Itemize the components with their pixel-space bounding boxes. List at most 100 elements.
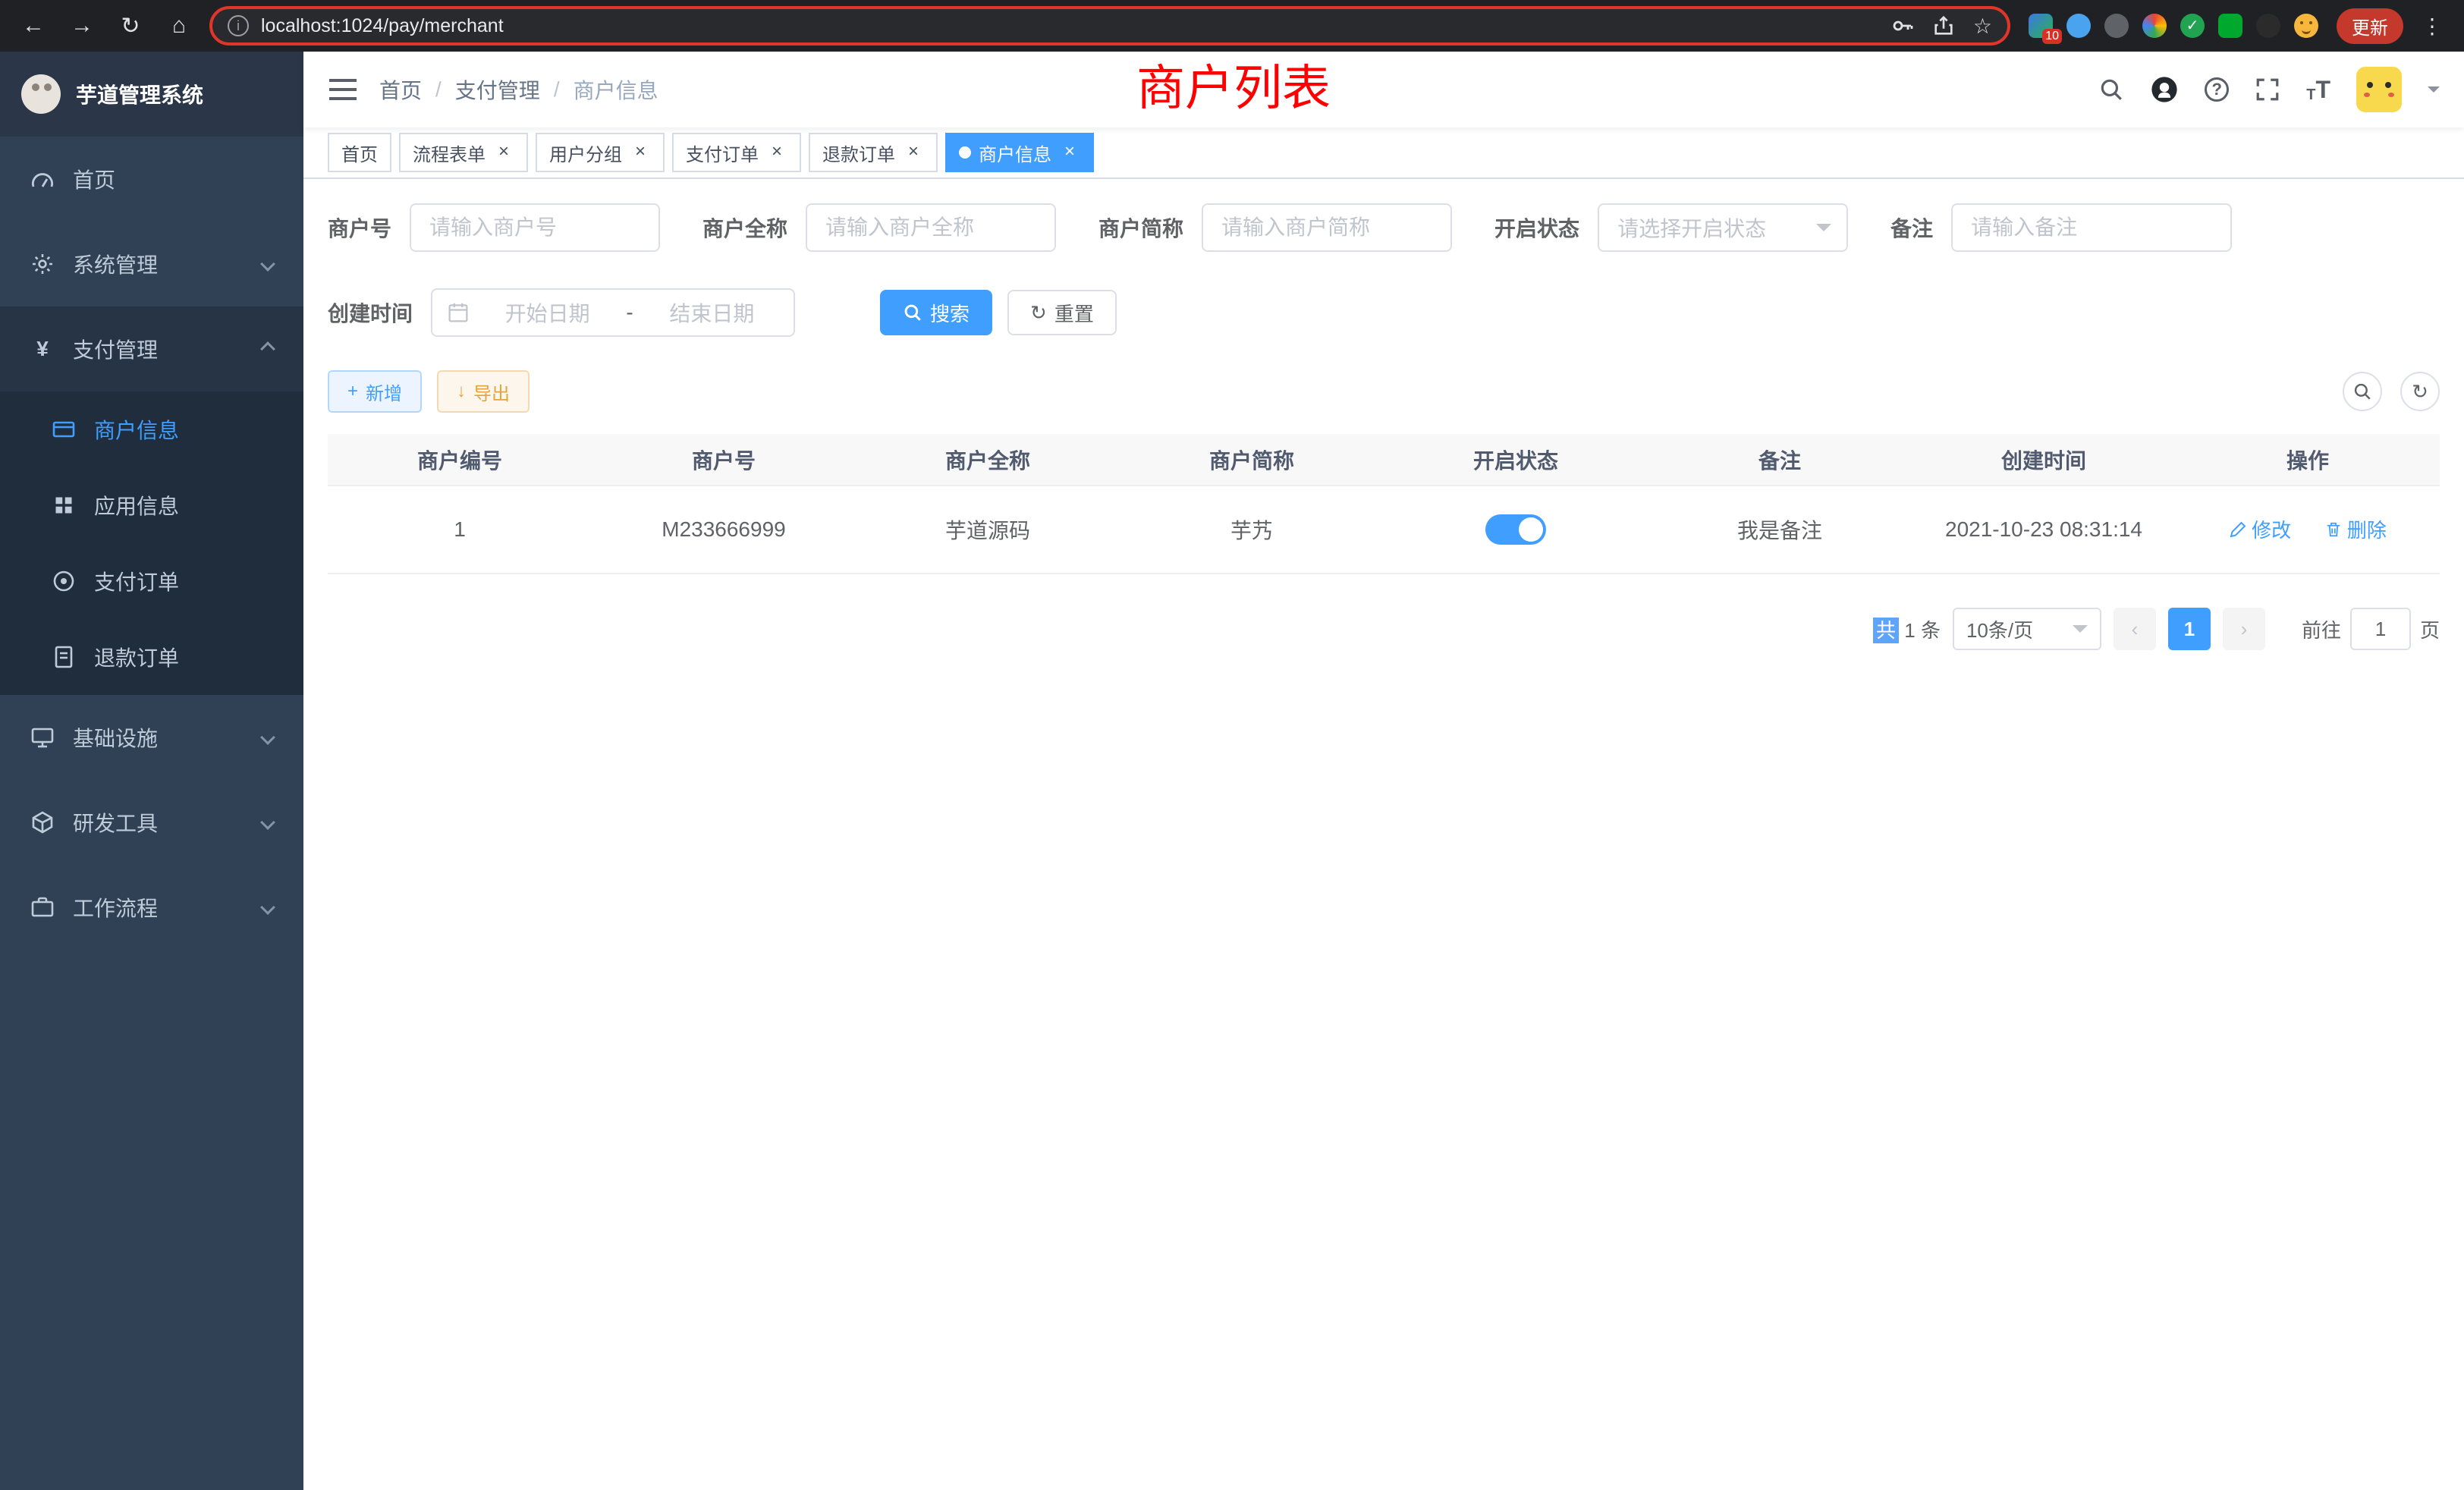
app-frame: 芋道管理系统 首页 系统管理 ¥ 支付管理 [0,52,2464,1490]
sidebar-item-merchant-info[interactable]: 商户信息 [0,391,303,467]
breadcrumb-payment[interactable]: 支付管理 [455,74,540,105]
help-icon[interactable]: ? [2205,77,2229,102]
tab-payment-orders[interactable]: 支付订单 × [672,133,801,172]
next-page-button[interactable]: › [2223,608,2265,650]
extension-icon-2[interactable] [2066,14,2091,38]
browser-forward-button[interactable]: → [64,8,100,44]
tab-close-icon[interactable]: × [766,142,787,163]
tab-home[interactable]: 首页 [328,133,391,172]
extension-icon-6[interactable] [2218,14,2242,38]
address-bar[interactable]: i localhost:1024/pay/merchant ☆ [209,6,2010,46]
tab-refund-orders[interactable]: 退款订单 × [809,133,938,172]
sidebar-item-workflow[interactable]: 工作流程 [0,865,303,950]
site-info-icon[interactable]: i [228,15,249,36]
search-button[interactable]: 搜索 [880,290,992,335]
sidebar-item-home[interactable]: 首页 [0,137,303,222]
extension-icon-1[interactable]: 10 [2029,14,2053,38]
current-page-button[interactable]: 1 [2168,608,2211,650]
pagination: 共 1 条 10条/页 ‹ 1 › 前往 页 [328,608,2440,650]
extension-icon-4[interactable] [2142,14,2167,38]
tab-merchant-info[interactable]: 商户信息 × [945,133,1094,172]
browser-reload-button[interactable]: ↻ [112,8,149,44]
sidebar-item-app-info[interactable]: 应用信息 [0,467,303,543]
show-search-button[interactable] [2343,372,2382,411]
search-icon[interactable] [2098,77,2124,102]
full-name-input[interactable] [806,203,1056,252]
sidebar-item-infrastructure[interactable]: 基础设施 [0,695,303,780]
merchant-table: 商户编号 商户号 商户全称 商户简称 开启状态 备注 创建时间 操作 1 [328,434,2440,574]
date-separator: - [626,300,633,325]
prev-page-button[interactable]: ‹ [2114,608,2156,650]
sidebar-item-payment[interactable]: ¥ 支付管理 [0,306,303,391]
edit-link[interactable]: 修改 [2229,515,2291,543]
short-name-input[interactable] [1202,203,1452,252]
goto-page-input[interactable] [2350,608,2411,650]
sidebar-item-refund-orders[interactable]: 退款订单 [0,619,303,695]
profile-avatar-icon[interactable] [2294,14,2318,38]
extension-icon-3[interactable] [2104,14,2129,38]
breadcrumb: 首页 / 支付管理 / 商户信息 [379,74,658,105]
logo-avatar [21,74,61,114]
grid-icon [52,493,76,517]
delete-link[interactable]: 删除 [2324,515,2387,543]
merchant-no-input[interactable] [410,203,660,252]
refresh-table-button[interactable]: ↻ [2400,372,2440,411]
yen-icon: ¥ [30,337,55,361]
breadcrumb-current: 商户信息 [574,74,658,105]
sidebar-item-payment-orders[interactable]: 支付订单 [0,543,303,619]
table-header-row: 商户编号 商户号 商户全称 商户简称 开启状态 备注 创建时间 操作 [328,434,2440,486]
page-size-select[interactable]: 10条/页 [1953,608,2101,650]
sidebar-toggle-icon[interactable] [328,74,358,105]
sidebar-logo[interactable]: 芋道管理系统 [0,52,303,137]
tab-label: 首页 [341,140,378,166]
github-icon[interactable] [2150,75,2179,104]
goto-label: 前往 [2302,615,2341,643]
tab-user-group[interactable]: 用户分组 × [536,133,665,172]
sidebar-item-label: 工作流程 [73,892,158,923]
tab-close-icon[interactable]: × [493,142,514,163]
cell-status [1384,486,1648,574]
tab-close-icon[interactable]: × [903,142,924,163]
breadcrumb-home[interactable]: 首页 [379,74,422,105]
font-size-icon[interactable]: TT [2306,76,2330,104]
extension-icon-5[interactable]: ✓ [2180,14,2205,38]
add-button[interactable]: + 新增 [328,370,422,413]
date-range-picker[interactable]: 开始日期 - 结束日期 [431,288,795,337]
filter-row-1: 商户号 商户全称 商户简称 开启状态 请选择开启状态 [328,203,2440,252]
bookmark-star-icon[interactable]: ☆ [1973,14,1992,39]
browser-update-button[interactable]: 更新 [2337,8,2403,44]
col-header-remark: 备注 [1648,434,1912,486]
tags-view: 首页 流程表单 × 用户分组 × 支付订单 × 退款订单 × [303,127,2464,179]
export-button[interactable]: ↓ 导出 [437,370,530,413]
start-date-placeholder: 开始日期 [481,297,614,328]
tab-close-icon[interactable]: × [1059,142,1080,163]
status-select[interactable]: 请选择开启状态 [1598,203,1848,252]
export-button-label: 导出 [473,379,510,405]
filter-label: 开启状态 [1494,212,1579,243]
filter-short-name: 商户简称 [1098,203,1452,252]
browser-home-button[interactable]: ⌂ [161,8,197,44]
page-unit-label: 页 [2420,615,2440,643]
sidebar-item-system[interactable]: 系统管理 [0,222,303,306]
password-key-icon[interactable] [1890,14,1914,38]
tab-close-icon[interactable]: × [630,142,651,163]
reset-button[interactable]: ↻ 重置 [1007,290,1117,335]
cell-remark: 我是备注 [1648,486,1912,574]
tab-process-form[interactable]: 流程表单 × [399,133,528,172]
sidebar-item-dev-tools[interactable]: 研发工具 [0,780,303,865]
download-icon: ↓ [457,381,466,402]
user-menu-caret-icon[interactable] [2428,86,2440,99]
extension-icon-7[interactable] [2256,14,2280,38]
browser-back-button[interactable]: ← [15,8,52,44]
app-title: 芋道管理系统 [76,79,203,109]
browser-menu-icon[interactable]: ⋮ [2415,14,2449,39]
cell-id: 1 [328,486,592,574]
fullscreen-icon[interactable] [2255,77,2280,102]
status-toggle[interactable] [1485,514,1546,545]
annotation-merchant-list: 商户列表 [1136,62,1331,114]
user-avatar[interactable] [2356,67,2402,112]
share-icon[interactable] [1932,14,1955,37]
remark-input[interactable] [1951,203,2232,252]
col-header-create-time: 创建时间 [1912,434,2176,486]
tab-label: 用户分组 [549,140,622,166]
